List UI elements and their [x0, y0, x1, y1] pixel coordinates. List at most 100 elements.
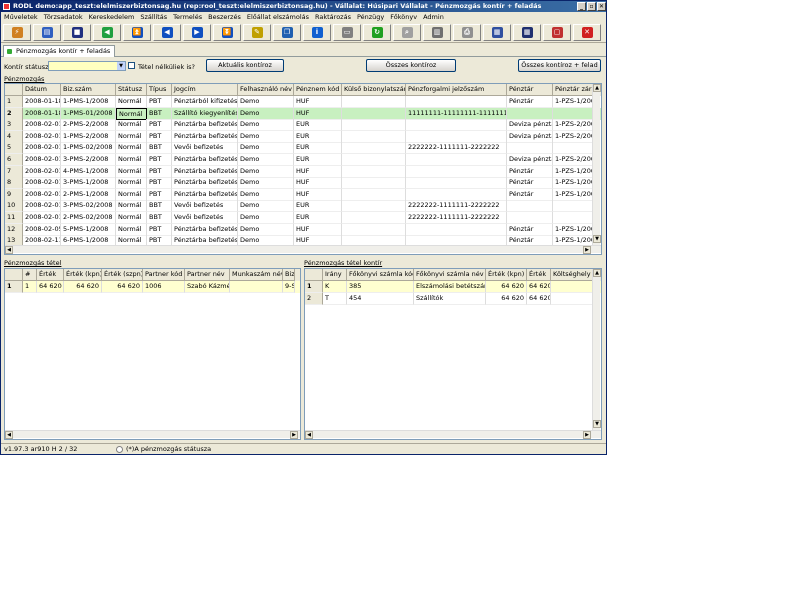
- table-cell[interactable]: PBT: [147, 119, 172, 132]
- table-cell[interactable]: Demo: [238, 154, 294, 166]
- column-header[interactable]: Érték: [37, 269, 64, 281]
- table-cell[interactable]: [406, 130, 507, 143]
- column-header[interactable]: Munkaszám név: [230, 269, 283, 281]
- table-cell[interactable]: [342, 165, 406, 178]
- table-cell[interactable]: PBT: [147, 96, 172, 108]
- table-row[interactable]: 10 2008-02-01 3-PMS-02/2008 Normál BBT Vevői …: [5, 200, 601, 213]
- table-cell[interactable]: [406, 119, 507, 132]
- table-cell[interactable]: 9-S: [283, 281, 295, 293]
- table-cell[interactable]: [342, 130, 406, 143]
- column-header[interactable]: Irány: [323, 269, 347, 281]
- column-header[interactable]: Pénztár zárás: [553, 84, 596, 96]
- right-grid[interactable]: Irány Főkönyvi számla kód Főkönyvi számla …: [304, 268, 602, 440]
- table-cell[interactable]: 64 620: [486, 281, 527, 293]
- table-cell[interactable]: 1-PZS-2/2008: [553, 154, 596, 166]
- menu-item[interactable]: Termelés: [170, 12, 205, 22]
- table-cell[interactable]: 64 620: [37, 281, 64, 293]
- toolbar-button[interactable]: ⎙: [453, 24, 481, 41]
- table-cell[interactable]: Normál: [116, 165, 147, 178]
- table-cell[interactable]: 1006: [143, 281, 185, 293]
- table-cell[interactable]: 1-PZS-1/2008: [553, 177, 596, 190]
- table-cell[interactable]: Pénztárba befizetés: [172, 165, 238, 178]
- table-cell[interactable]: Demo: [238, 165, 294, 178]
- scroll-right-icon[interactable]: ▶: [583, 431, 591, 439]
- column-header[interactable]: Jogcím: [172, 84, 238, 96]
- table-cell[interactable]: BBT: [147, 212, 172, 224]
- table-cell[interactable]: Deviza pénztár: [507, 154, 553, 166]
- table-cell[interactable]: [342, 212, 406, 224]
- table-cell[interactable]: Normál: [116, 107, 147, 120]
- table-cell[interactable]: Demo: [238, 177, 294, 190]
- table-row[interactable]: 9 2008-02-01 2-PMS-1/2008 Normál PBT Pénztárb…: [5, 188, 601, 201]
- table-cell[interactable]: [551, 281, 595, 293]
- table-cell[interactable]: Deviza pénztár: [507, 130, 553, 143]
- all-kontir-button[interactable]: Összes kontíroz: [366, 59, 456, 72]
- table-cell[interactable]: Normál: [116, 96, 147, 108]
- table-cell[interactable]: 2-PMS-1/2008: [61, 188, 116, 201]
- menu-item[interactable]: Beszerzés: [205, 12, 244, 22]
- column-header[interactable]: Érték (szpn): [102, 269, 143, 281]
- table-cell[interactable]: 2222222-1111111-2222222: [406, 200, 507, 213]
- table-row[interactable]: 1 1 64 620 64 620 64 620 1006 Szabó Kázmér 9-S: [5, 281, 300, 293]
- table-cell[interactable]: [342, 188, 406, 201]
- table-row[interactable]: 4 2008-02-01 1-PMS-2/2008 Normál PBT Pénztárb…: [5, 130, 601, 143]
- table-cell[interactable]: 3-PMS-02/2008: [61, 200, 116, 213]
- table-cell[interactable]: BBT: [147, 107, 172, 120]
- table-cell[interactable]: [342, 223, 406, 236]
- maximize-button[interactable]: ▫: [587, 2, 596, 11]
- table-cell[interactable]: 454: [347, 292, 414, 305]
- table-cell[interactable]: Demo: [238, 119, 294, 132]
- table-cell[interactable]: [553, 142, 596, 155]
- table-cell[interactable]: [507, 107, 553, 120]
- table-cell[interactable]: [342, 177, 406, 190]
- table-cell[interactable]: EUR: [294, 130, 342, 143]
- table-cell[interactable]: [406, 177, 507, 190]
- table-cell[interactable]: 1-PZS-1/2008: [553, 165, 596, 178]
- toolbar-button[interactable]: ▢: [543, 24, 571, 41]
- table-cell[interactable]: Pénztárba befizetés: [172, 154, 238, 166]
- table-cell[interactable]: PBT: [147, 165, 172, 178]
- table-cell[interactable]: Normál: [116, 154, 147, 166]
- table-cell[interactable]: Szabó Kázmér: [185, 281, 230, 293]
- table-cell[interactable]: 1-PZS-2/2008: [553, 130, 596, 143]
- table-cell[interactable]: Normál: [116, 142, 147, 155]
- table-cell[interactable]: 385: [347, 281, 414, 293]
- menu-item[interactable]: Admin: [420, 12, 447, 22]
- toolbar-button[interactable]: ✕: [573, 24, 601, 41]
- table-cell[interactable]: HUF: [294, 165, 342, 178]
- column-header[interactable]: Biz.szám: [61, 84, 116, 96]
- table-cell[interactable]: [342, 119, 406, 132]
- toolbar-button[interactable]: ✎: [243, 24, 271, 41]
- table-cell[interactable]: 1-PMS-1/2008: [61, 96, 116, 108]
- chevron-down-icon[interactable]: ▼: [117, 62, 125, 70]
- table-cell[interactable]: Demo: [238, 223, 294, 236]
- column-header[interactable]: Partner név: [185, 269, 230, 281]
- column-header[interactable]: Külső bizonylatszám: [342, 84, 406, 96]
- table-cell[interactable]: Demo: [238, 188, 294, 201]
- table-cell[interactable]: [342, 200, 406, 213]
- table-row[interactable]: 2 T 454 Szállítók 64 620 64 620: [305, 292, 601, 305]
- column-header[interactable]: Pénzforgalmi jelzőszám: [406, 84, 507, 96]
- table-cell[interactable]: Demo: [238, 130, 294, 143]
- table-cell[interactable]: 2008-01-18: [23, 96, 61, 108]
- table-cell[interactable]: [230, 281, 283, 293]
- table-cell[interactable]: Szállító kiegyenlítése: [172, 107, 238, 120]
- table-cell[interactable]: Demo: [238, 142, 294, 155]
- toolbar-button[interactable]: ◀: [93, 24, 121, 41]
- table-row[interactable]: 8 2008-02-01 3-PMS-1/2008 Normál PBT Pénztárb…: [5, 177, 601, 190]
- table-cell[interactable]: Normál: [116, 212, 147, 224]
- table-cell[interactable]: PBT: [147, 223, 172, 236]
- table-cell[interactable]: 2008-02-05: [23, 223, 61, 236]
- table-cell[interactable]: 64 620: [527, 281, 551, 293]
- table-cell[interactable]: HUF: [294, 96, 342, 108]
- table-cell[interactable]: 11111111-11111111-11111111: [406, 107, 507, 120]
- table-cell[interactable]: 2008-02-01: [23, 142, 61, 155]
- table-cell[interactable]: 2008-01-18: [23, 107, 61, 120]
- status-select[interactable]: ▼: [48, 61, 126, 71]
- scroll-left-icon[interactable]: ◀: [5, 246, 13, 254]
- column-header[interactable]: Érték (kpn): [64, 269, 102, 281]
- menu-item[interactable]: Szállítás: [137, 12, 170, 22]
- table-cell[interactable]: [406, 223, 507, 236]
- table-cell[interactable]: EUR: [294, 142, 342, 155]
- table-cell[interactable]: [406, 165, 507, 178]
